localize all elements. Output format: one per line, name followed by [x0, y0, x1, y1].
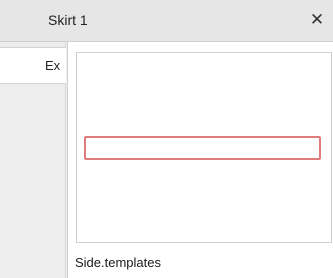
template-outline-shape	[84, 136, 321, 160]
template-thumbnail[interactable]	[76, 52, 332, 243]
close-icon[interactable]: ✕	[305, 8, 329, 32]
side-panel: Ex	[0, 42, 66, 278]
tab-label: Ex	[45, 58, 61, 73]
template-caption: Side.templates	[75, 255, 161, 270]
template-preview-popup: Side.templates	[67, 42, 333, 278]
tab-ex[interactable]: Ex	[0, 47, 66, 84]
title-bar: Skirt 1 ✕	[0, 0, 333, 42]
dialog-root: Skirt 1 ✕ Ex Side.templates	[0, 0, 333, 278]
window-title: Skirt 1	[48, 12, 88, 28]
